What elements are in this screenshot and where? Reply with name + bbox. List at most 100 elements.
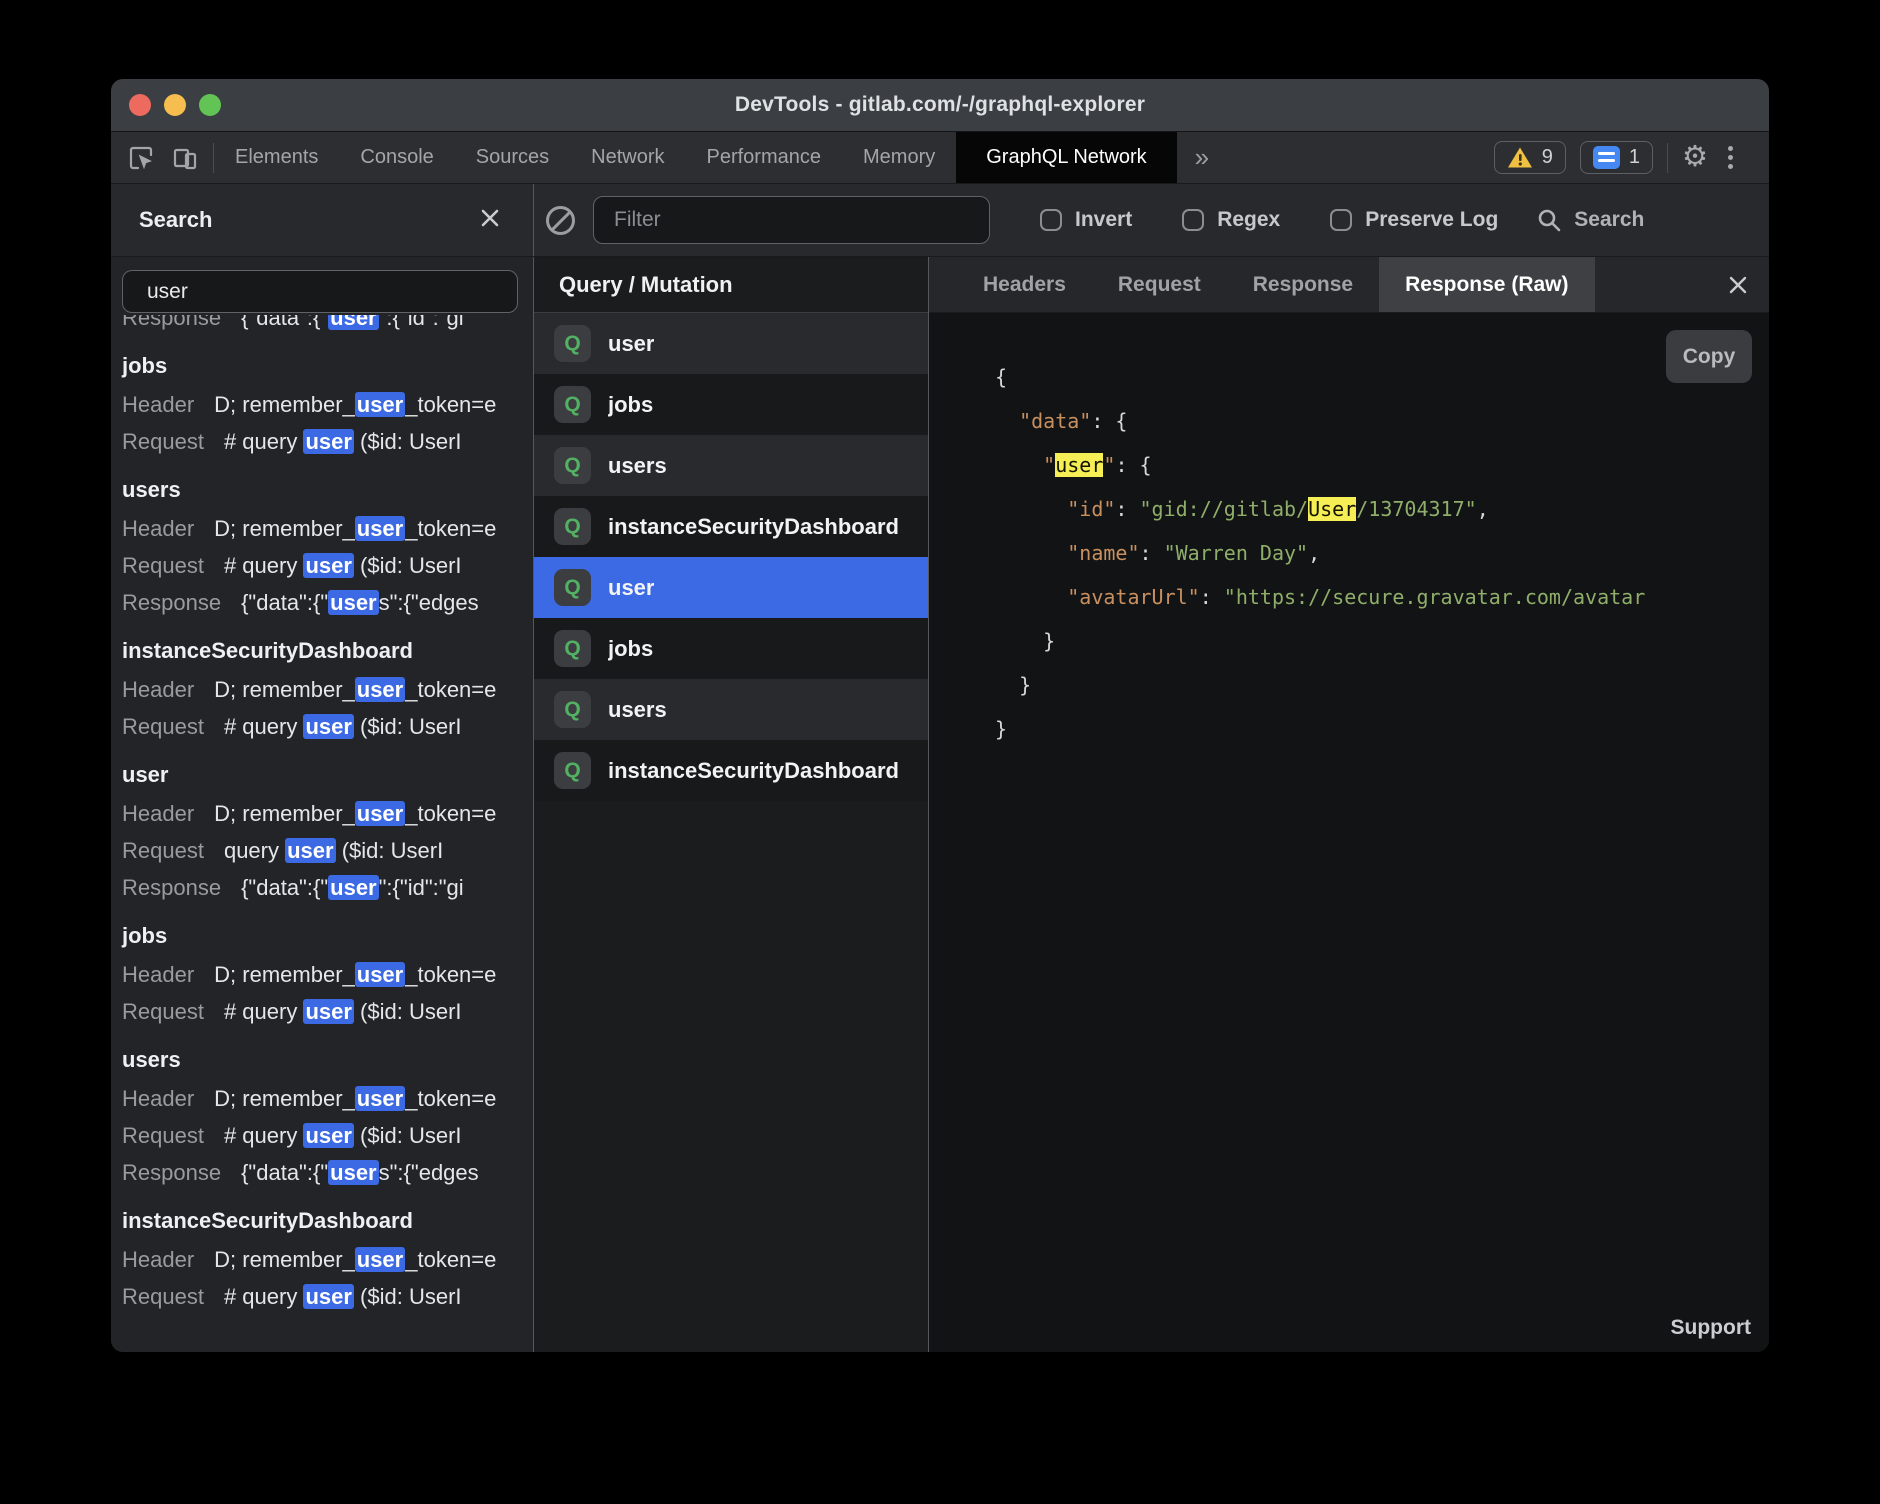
search-result-text: ($id: UserI xyxy=(354,1123,462,1148)
settings-gear-icon[interactable]: ⚙ xyxy=(1682,143,1708,172)
network-filter-bar: InvertRegexPreserve Log Search xyxy=(534,184,1769,256)
query-row[interactable]: Qusers xyxy=(534,679,928,740)
search-result-title[interactable]: instanceSecurityDashboard xyxy=(122,631,533,671)
close-detail-icon[interactable] xyxy=(1727,257,1749,312)
search-result-line[interactable]: Request# query user ($id: UserI xyxy=(122,547,533,584)
search-result-text: D; remember_ xyxy=(214,801,355,826)
support-link[interactable]: Support xyxy=(1671,1316,1751,1340)
clear-log-icon[interactable] xyxy=(546,206,575,235)
search-match-highlight: user xyxy=(303,553,353,578)
query-row-label: user xyxy=(608,575,654,601)
detail-tab[interactable]: Request xyxy=(1092,257,1227,312)
json-token: : xyxy=(1115,497,1139,521)
search-result-label: Header xyxy=(122,962,194,987)
search-match-highlight: user xyxy=(328,875,378,900)
json-token: /13704317" xyxy=(1356,497,1476,521)
checkbox[interactable] xyxy=(1330,209,1352,231)
close-window-button[interactable] xyxy=(129,94,151,116)
search-results-list: Response{"data":{"user":{"id":"gijobsHea… xyxy=(111,315,533,1352)
search-result-text: ($id: UserI xyxy=(336,838,444,863)
search-result-text: {"data":{" xyxy=(241,875,328,900)
device-toolbar-icon[interactable] xyxy=(171,144,199,172)
devtools-tab[interactable]: Performance xyxy=(686,132,843,183)
devtools-tab[interactable]: Elements xyxy=(214,132,339,183)
search-result-line[interactable]: Response{"data":{"users":{"edges xyxy=(122,584,533,621)
search-result-line[interactable]: Request# query user ($id: UserI xyxy=(122,1117,533,1154)
query-row[interactable]: Qusers xyxy=(534,435,928,496)
json-token: "Warren Day" xyxy=(1164,541,1309,565)
search-result-text: {"data":{" xyxy=(241,1160,328,1185)
search-result-title[interactable]: jobs xyxy=(122,346,533,386)
search-result-title[interactable]: users xyxy=(122,1040,533,1080)
devtools-tab[interactable]: Network xyxy=(570,132,685,183)
more-tabs-button[interactable]: » xyxy=(1177,132,1227,183)
inspect-element-icon[interactable] xyxy=(127,144,155,172)
search-result-title[interactable]: jobs xyxy=(122,916,533,956)
filter-input[interactable] xyxy=(593,196,990,244)
search-result-text: ($id: UserI xyxy=(354,714,462,739)
search-result-title[interactable]: users xyxy=(122,470,533,510)
query-row-label: jobs xyxy=(608,392,653,418)
search-result-title[interactable]: user xyxy=(122,755,533,795)
search-result-line[interactable]: Request# query user ($id: UserI xyxy=(122,423,533,460)
query-type-badge: Q xyxy=(554,386,591,423)
query-row[interactable]: QinstanceSecurityDashboard xyxy=(534,740,928,801)
close-search-icon[interactable] xyxy=(479,207,501,234)
devtools-tab[interactable]: Sources xyxy=(455,132,570,183)
query-row[interactable]: Qjobs xyxy=(534,618,928,679)
checkbox-label: Invert xyxy=(1075,208,1132,232)
search-match-highlight: user xyxy=(355,962,405,987)
search-result-line[interactable]: Response{"data":{"users":{"edges xyxy=(122,1154,533,1191)
copy-button[interactable]: Copy xyxy=(1666,330,1752,383)
devtools-tab[interactable]: Memory xyxy=(842,132,956,183)
json-line: } xyxy=(995,619,1769,663)
search-result-line[interactable]: HeaderD; remember_user_token=e xyxy=(122,510,533,547)
search-result-line[interactable]: HeaderD; remember_user_token=e xyxy=(122,956,533,993)
query-row[interactable]: QinstanceSecurityDashboard xyxy=(534,496,928,557)
kebab-menu-icon[interactable] xyxy=(1722,146,1739,169)
search-result-line[interactable]: Request# query user ($id: UserI xyxy=(122,993,533,1030)
search-result-line[interactable]: HeaderD; remember_user_token=e xyxy=(122,795,533,832)
search-result-line[interactable]: Response{"data":{"user":{"id":"gi xyxy=(122,315,533,336)
query-row[interactable]: Quser xyxy=(534,557,928,618)
minimize-window-button[interactable] xyxy=(164,94,186,116)
search-result-text: D; remember_ xyxy=(214,962,355,987)
search-match-highlight: user xyxy=(328,590,378,615)
query-row[interactable]: Quser xyxy=(534,313,928,374)
search-result-line[interactable]: HeaderD; remember_user_token=e xyxy=(122,1080,533,1117)
search-result-text: D; remember_ xyxy=(214,677,355,702)
secondary-toolbar: Search InvertRegexPreserve Log Search xyxy=(111,184,1769,257)
query-row-label: instanceSecurityDashboard xyxy=(608,514,899,540)
search-result-text: # query xyxy=(224,999,304,1024)
search-result-line[interactable]: HeaderD; remember_user_token=e xyxy=(122,386,533,423)
search-result-line[interactable]: Requestquery user ($id: UserI xyxy=(122,832,533,869)
json-token: "avatarUrl" xyxy=(1067,585,1199,609)
search-result-title[interactable]: instanceSecurityDashboard xyxy=(122,1201,533,1241)
zoom-window-button[interactable] xyxy=(199,94,221,116)
search-result-line[interactable]: Request# query user ($id: UserI xyxy=(122,1278,533,1315)
search-result-line[interactable]: HeaderD; remember_user_token=e xyxy=(122,1241,533,1278)
query-row[interactable]: Qjobs xyxy=(534,374,928,435)
issues-badge[interactable]: 1 xyxy=(1580,141,1653,174)
checkbox[interactable] xyxy=(1040,209,1062,231)
warnings-badge[interactable]: 9 xyxy=(1494,141,1566,174)
json-line: "name": "Warren Day", xyxy=(995,531,1769,575)
search-query-input[interactable] xyxy=(122,270,518,313)
search-result-line[interactable]: HeaderD; remember_user_token=e xyxy=(122,671,533,708)
json-line: "data": { xyxy=(995,399,1769,443)
query-list-header: Query / Mutation xyxy=(534,257,928,313)
search-result-line[interactable]: Request# query user ($id: UserI xyxy=(122,708,533,745)
search-result-label: Request xyxy=(122,1284,204,1309)
search-result-group: instanceSecurityDashboardHeaderD; rememb… xyxy=(122,631,533,745)
json-token xyxy=(995,409,1019,433)
devtools-tab[interactable]: GraphQL Network xyxy=(956,132,1176,183)
search-result-line[interactable]: Response{"data":{"user":{"id":"gi xyxy=(122,869,533,906)
search-toggle[interactable]: Search xyxy=(1536,207,1644,233)
search-panel: Response{"data":{"user":{"id":"gijobsHea… xyxy=(111,257,534,1352)
detail-tab[interactable]: Response (Raw) xyxy=(1379,257,1594,312)
warning-icon xyxy=(1507,146,1533,169)
devtools-tab[interactable]: Console xyxy=(339,132,454,183)
detail-tab[interactable]: Response xyxy=(1227,257,1379,312)
checkbox[interactable] xyxy=(1182,209,1204,231)
detail-tab[interactable]: Headers xyxy=(957,257,1092,312)
